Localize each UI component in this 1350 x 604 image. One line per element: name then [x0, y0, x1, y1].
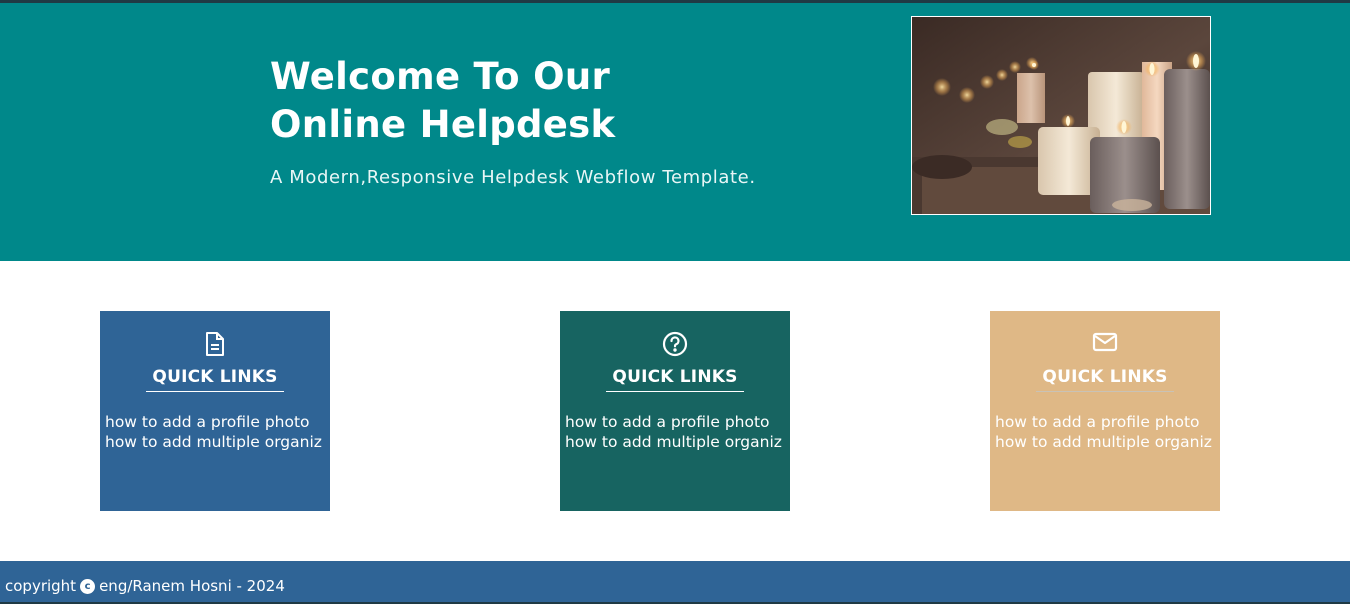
card-title-text: QUICK LINKS	[146, 367, 284, 392]
card-links: how to add a profile photo how to add mu…	[565, 412, 790, 452]
link-add-multiple-organizations[interactable]: how to add multiple organiz	[105, 432, 330, 452]
document-icon	[100, 331, 330, 357]
card-links: how to add a profile photo how to add mu…	[105, 412, 330, 452]
card-title: QUICK LINKS	[560, 367, 790, 392]
copyright-owner: eng/Ranem Hosni - 2024	[99, 577, 285, 595]
copyright-prefix: copyright	[5, 577, 77, 595]
link-add-multiple-organizations[interactable]: how to add multiple organiz	[995, 432, 1220, 452]
quick-links-card-1: QUICK LINKS how to add a profile photo h…	[100, 311, 330, 511]
footer: copyright c eng/Ranem Hosni - 2024	[0, 561, 1350, 604]
link-add-profile-photo[interactable]: how to add a profile photo	[565, 412, 790, 432]
card-title-text: QUICK LINKS	[606, 367, 744, 392]
hero-subtitle: A Modern,Responsive Helpdesk Webflow Tem…	[270, 167, 756, 188]
copyright-icon: c	[80, 578, 96, 594]
hero-title-line-1: Welcome To Our	[270, 55, 611, 98]
hero-banner: Welcome To Our Online Helpdesk A Modern,…	[0, 3, 1350, 261]
link-add-profile-photo[interactable]: how to add a profile photo	[105, 412, 330, 432]
link-add-multiple-organizations[interactable]: how to add multiple organiz	[565, 432, 790, 452]
envelope-icon	[990, 331, 1220, 357]
link-add-profile-photo[interactable]: how to add a profile photo	[995, 412, 1220, 432]
hero-image	[911, 16, 1211, 215]
candles-image	[912, 17, 1210, 214]
copyright-text: copyright c eng/Ranem Hosni - 2024	[5, 577, 285, 595]
card-title: QUICK LINKS	[990, 367, 1220, 392]
quick-links-card-3: QUICK LINKS how to add a profile photo h…	[990, 311, 1220, 511]
hero-title-line-2: Online Helpdesk	[270, 103, 616, 146]
question-circle-icon	[560, 331, 790, 357]
quick-links-card-2: QUICK LINKS how to add a profile photo h…	[560, 311, 790, 511]
hero-title: Welcome To Our Online Helpdesk	[270, 53, 830, 149]
card-title-text: QUICK LINKS	[1036, 367, 1174, 392]
card-links: how to add a profile photo how to add mu…	[995, 412, 1220, 452]
card-title: QUICK LINKS	[100, 367, 330, 392]
